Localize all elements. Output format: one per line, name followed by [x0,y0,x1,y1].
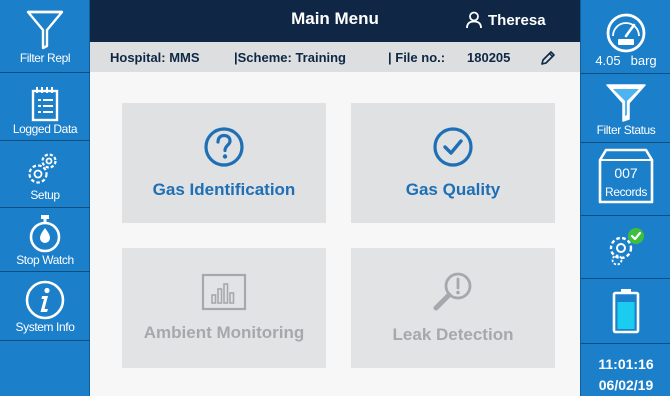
right-sidebar: 4.05 barg Filter Status 007 Records 11:0… [580,0,670,396]
stopwatch-icon [29,215,61,253]
question-icon [204,127,244,167]
bar-chart-icon [201,273,247,311]
gauge-icon [606,13,646,53]
notepad-icon [31,87,59,122]
gas-identification-tile[interactable]: Gas Identification [122,103,326,223]
gas-identification-label: Gas Identification [152,180,296,199]
gears-check-icon [609,228,644,266]
clock-time: 11:01:16 [598,356,654,372]
file-number: 180205 [467,50,511,65]
pressure-gauge-button[interactable]: 4.05 barg [581,0,670,70]
filter-status-label: Filter Status [596,123,656,137]
title-bar: Main Menu Theresa [90,0,580,42]
battery-indicator [581,279,670,342]
filter-repl-button[interactable]: Filter Repl [0,0,90,68]
file-label: | File no.: [388,50,446,65]
info-bar: Hospital: MMS |Scheme: Training | File n… [90,42,580,72]
clock-date: 06/02/19 [598,377,654,393]
ambient-monitoring-tile[interactable]: Ambient Monitoring [122,248,326,368]
setup-button[interactable]: Setup [0,141,90,205]
pressure-unit: barg [630,53,657,68]
records-button[interactable]: 007 Records [581,143,670,213]
gas-quality-tile[interactable]: Gas Quality [351,103,555,223]
user-icon [466,11,482,29]
leak-detection-tile[interactable]: Leak Detection [351,248,555,368]
logged-data-label: Logged Data [12,122,78,136]
info-icon [25,280,65,320]
check-circle-icon [433,127,473,167]
main-menu-panel: Gas Identification Gas Quality Ambient M… [90,72,580,396]
gears-icon [28,153,57,184]
funnel-icon [26,10,64,50]
logged-data-button[interactable]: Logged Data [0,73,90,138]
pressure-value: 4.05 [595,53,621,68]
user-indicator[interactable]: Theresa [466,11,546,29]
user-name: Theresa [488,11,546,29]
system-info-button[interactable]: System Info [0,272,90,338]
records-label: Records [605,185,647,199]
leak-detection-label: Leak Detection [392,325,514,344]
stop-watch-button[interactable]: Stop Watch [0,208,90,270]
filter-repl-label: Filter Repl [19,51,71,65]
stop-watch-label: Stop Watch [16,253,74,267]
hospital-label: Hospital: MMS [110,50,200,65]
filter-status-button[interactable]: Filter Status [581,74,670,140]
system-info-label: System Info [15,320,75,334]
funnel-filled-icon [606,84,646,122]
scheme-label: |Scheme: Training [234,50,346,65]
pencil-icon[interactable] [540,50,556,66]
left-sidebar: Filter Repl Logged Data Setup Stop Watch… [0,0,90,396]
ambient-monitoring-label: Ambient Monitoring [143,323,305,342]
records-count: 007 [614,165,638,181]
magnifier-alert-icon [433,272,472,311]
settings-status-button[interactable] [581,216,670,276]
gas-quality-label: Gas Quality [405,180,501,199]
battery-icon [612,288,640,333]
setup-label: Setup [30,188,60,202]
